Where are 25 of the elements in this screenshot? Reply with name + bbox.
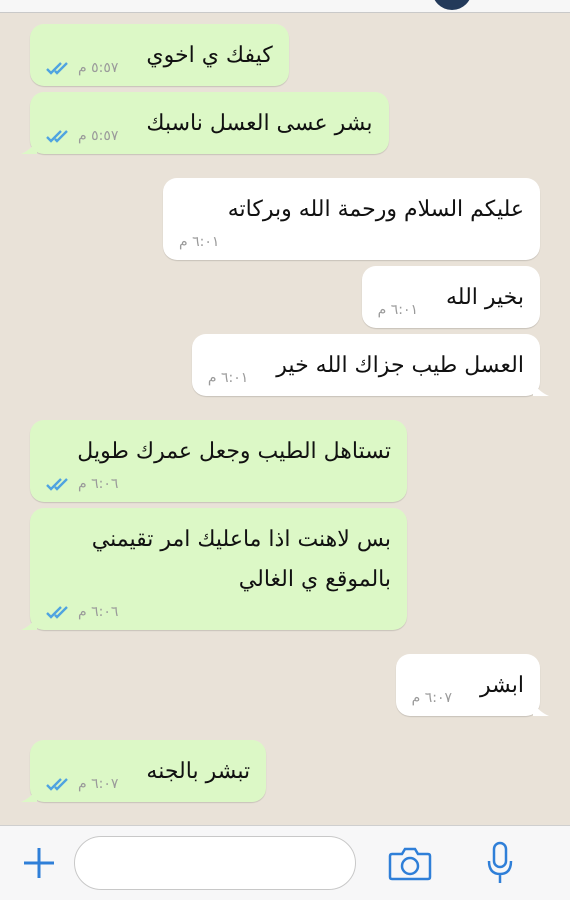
camera-button[interactable] [388, 845, 432, 881]
add-button[interactable] [22, 846, 56, 880]
message-text: بس لاهنت اذا ماعليك امر تقيمني بالموقع ي الغالي [90, 526, 391, 594]
message-text: عليكم السلام ورحمة الله وبركاته [228, 196, 524, 224]
message-time: ٦:٠١ م [179, 234, 220, 250]
message-text: بشر عسى العسل ناسبك [146, 110, 373, 138]
camera-icon [388, 845, 432, 881]
message-time: ٦:٠٦ م [78, 604, 118, 620]
message-text: تبشر بالجنه [146, 758, 250, 786]
message-text: بخير الله [446, 284, 524, 312]
message-input-field[interactable] [74, 836, 356, 890]
message-time: ٥:٥٧ م [78, 60, 118, 76]
message-time: ٦:٠١ م [378, 302, 418, 318]
microphone-icon [486, 841, 514, 885]
message-text: ابشر [480, 672, 524, 700]
message-text: العسل طيب جزاك الله خير [276, 352, 524, 380]
message-time: ٦:٠١ م [208, 370, 248, 386]
message-time: ٥:٥٧ م [78, 128, 118, 144]
microphone-button[interactable] [486, 841, 514, 885]
message-time: ٦:٠٦ م [78, 476, 118, 492]
message-text: تستاهل الطيب وجعل عمرك طويل [77, 438, 391, 466]
plus-icon [22, 846, 56, 880]
message-text: كيفك ي اخوي [146, 42, 273, 70]
message-time: ٦:٠٧ م [412, 690, 452, 706]
message-time: ٦:٠٧ م [78, 776, 118, 792]
